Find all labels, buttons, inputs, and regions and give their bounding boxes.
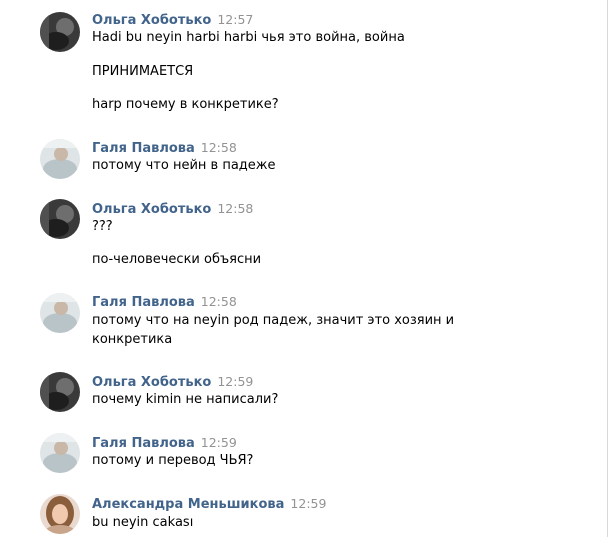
author-avatar[interactable] [40,293,80,333]
message-text: Hadi bu neyin harbi harbi чья это война,… [92,30,405,45]
author-name[interactable]: Галя Павлова [92,141,195,156]
message-time[interactable]: 12:58 [201,140,237,155]
light-photo-avatar-icon [40,433,80,473]
message-time[interactable]: 12:58 [217,201,253,216]
author-avatar[interactable] [40,12,80,52]
author-avatar[interactable] [40,199,80,239]
author-name[interactable]: Галя Павлова [92,295,195,310]
dark-photo-avatar-icon [40,372,80,412]
author-avatar[interactable] [40,372,80,412]
message-header: Ольга Хоботько 12:58 [92,199,253,217]
message-item: Галя Павлова 12:58 потому что на neyin ро… [0,292,600,352]
message-text: потому что на neyin род падеж, значит эт… [92,313,455,328]
message-header: Ольга Хоботько 12:59 [92,372,253,390]
message-text: harp почему в конкретике? [92,97,279,112]
author-name[interactable]: Александра Меньшикова [92,497,284,512]
message-text: ПРИНИМАЕТСЯ [92,64,194,79]
author-name[interactable]: Галя Павлова [92,436,195,451]
light-photo-avatar-icon [40,139,80,179]
light-photo-avatar-icon [40,293,80,333]
portrait-photo-avatar-icon [40,494,80,534]
message-item: Ольга Хоботько 12:57 Hadi bu neyin harbi … [0,10,600,120]
message-time[interactable]: 12:57 [217,12,253,27]
message-text: почему kimin не написали? [92,392,279,407]
message-text: ??? [92,219,113,234]
message-item: Ольга Хоботько 12:59 почему kimin не напи… [0,372,600,417]
author-name[interactable]: Ольга Хоботько [92,375,211,390]
message-item: Александра Меньшикова 12:59 bu neyin caka… [0,494,600,537]
message-header: Галя Павлова 12:59 [92,433,237,451]
message-header: Ольга Хоботько 12:57 [92,10,253,28]
message-text: по-человечески объясни [92,252,262,267]
message-header: Галя Павлова 12:58 [92,292,237,310]
author-name[interactable]: Ольга Хоботько [92,202,211,217]
dark-photo-avatar-icon [40,12,80,52]
author-name[interactable]: Ольга Хоботько [92,13,211,28]
message-item: Ольга Хоботько 12:58 ??? по-человечески о… [0,199,600,274]
message-item: Галя Павлова 12:58 потому что нейн в паде… [0,138,600,183]
message-header: Александра Меньшикова 12:59 [92,494,326,512]
message-text: потому и перевод ЧЬЯ? [92,453,254,468]
message-time[interactable]: 12:59 [217,374,253,389]
message-time[interactable]: 12:59 [290,496,326,511]
message-item: Галя Павлова 12:59 потому и перевод ЧЬЯ? [0,433,600,478]
author-avatar[interactable] [40,433,80,473]
author-avatar[interactable] [40,139,80,179]
message-time[interactable]: 12:58 [201,294,237,309]
message-time[interactable]: 12:59 [201,435,237,450]
message-header: Галя Павлова 12:58 [92,138,237,156]
author-avatar[interactable] [40,494,80,534]
message-text: потому что нейн в падеже [92,158,276,173]
message-text: bu neyin cakası [92,515,194,530]
dark-photo-avatar-icon [40,199,80,239]
message-text: конкретика [92,332,173,347]
